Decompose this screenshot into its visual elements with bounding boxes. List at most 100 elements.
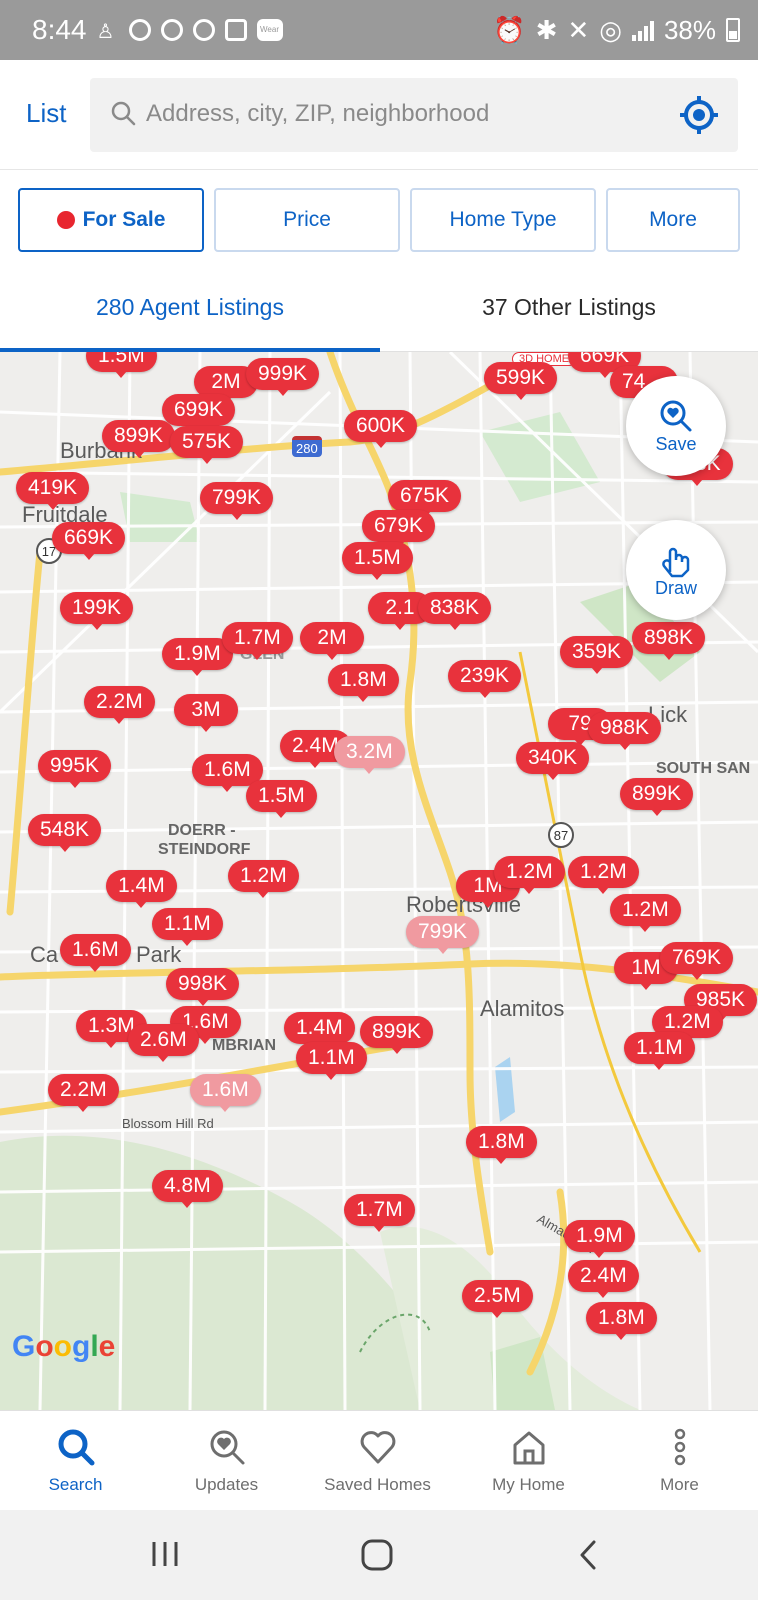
google-letter: e	[98, 1330, 116, 1363]
listing-pin[interactable]: 340K	[516, 742, 590, 780]
listing-pin-viewed[interactable]: 799K	[406, 916, 480, 954]
listing-pin[interactable]: 899K	[620, 778, 694, 816]
bluetooth-icon: ✱	[535, 14, 558, 45]
listing-pin[interactable]: 838K	[418, 592, 492, 630]
current-location-icon[interactable]	[678, 94, 720, 136]
listing-pin[interactable]: 999K	[246, 358, 320, 396]
filter-price-label: Price	[283, 208, 331, 231]
back-icon[interactable]	[576, 1538, 600, 1572]
listing-pin[interactable]: 2.2M	[84, 686, 155, 724]
listing-pin-viewed[interactable]: 3.2M	[334, 736, 405, 774]
listing-pin[interactable]: 4.8M	[152, 1170, 223, 1208]
listing-pin[interactable]: 1.9M	[564, 1220, 635, 1258]
system-navigation-bar	[0, 1510, 758, 1600]
listing-pin[interactable]: 1.4M	[106, 870, 177, 908]
listing-pin[interactable]: 1.8M	[586, 1302, 657, 1340]
tab-other-listings[interactable]: 37 Other Listings	[380, 294, 758, 321]
search-icon	[111, 101, 136, 126]
listing-pin[interactable]: 1.2M	[228, 860, 299, 898]
save-search-icon	[660, 400, 692, 431]
listing-pin[interactable]: 239K	[448, 660, 522, 698]
listing-pin[interactable]: 1.6M	[60, 934, 131, 972]
map-label-south-san: SOUTH SAN	[656, 760, 751, 777]
map-label-blossom-hill: Blossom Hill Rd	[122, 1116, 214, 1131]
listing-pin[interactable]: 1.1M	[296, 1042, 367, 1080]
save-search-button[interactable]: Save	[626, 376, 726, 476]
search-placeholder: Address, city, ZIP, neighborhood	[146, 100, 490, 127]
filter-more-label: More	[649, 208, 697, 231]
listing-pin[interactable]: 769K	[660, 942, 734, 980]
person-icon: ♙	[96, 21, 115, 43]
listing-pin[interactable]: 2.5M	[462, 1280, 533, 1318]
listing-pin[interactable]: 1.7M	[222, 622, 293, 660]
filter-for-sale-button[interactable]: For Sale	[18, 188, 204, 252]
listing-pin[interactable]: 1.2M	[568, 856, 639, 894]
list-view-link[interactable]: List	[26, 98, 66, 129]
listing-pin[interactable]: 1.7M	[344, 1194, 415, 1232]
tab-agent-listings[interactable]: 280 Agent Listings	[0, 294, 380, 321]
filter-more-button[interactable]: More	[606, 188, 740, 252]
listing-pin-viewed[interactable]: 1.6M	[190, 1074, 261, 1112]
save-search-label: Save	[655, 433, 697, 454]
listing-pin[interactable]: 1.5M	[342, 542, 413, 580]
listing-pin[interactable]: 2.6M	[128, 1024, 199, 1062]
listing-pin[interactable]: 2.4M	[568, 1260, 639, 1298]
filter-price-button[interactable]: Price	[214, 188, 400, 252]
listing-pin[interactable]: 995K	[38, 750, 112, 788]
listing-tabs: 280 Agent Listings 37 Other Listings	[0, 270, 758, 352]
google-letter: l	[90, 1330, 99, 1363]
listing-pin[interactable]: 1.8M	[466, 1126, 537, 1164]
for-sale-dot-icon	[56, 211, 75, 229]
nav-my-home[interactable]: My Home	[453, 1411, 604, 1511]
listing-pin[interactable]: 899K	[102, 420, 176, 458]
search-input[interactable]: Address, city, ZIP, neighborhood	[90, 78, 738, 152]
map-label-steindorf: STEINDORF	[158, 841, 251, 858]
alarm-icon: ⏰	[493, 14, 526, 45]
draw-button[interactable]: Draw	[626, 520, 726, 620]
listing-pin[interactable]: 1.4M	[284, 1012, 355, 1050]
bottom-navigation: Search Updates Saved Homes My Home More	[0, 1410, 758, 1510]
map-view[interactable]: Burbank Fruitdale DOERR - STEINDORF Robe…	[0, 352, 758, 1410]
listing-pin[interactable]: 1.5M	[246, 780, 317, 818]
listing-pin[interactable]: 3M	[174, 694, 238, 732]
listing-pin[interactable]: 1.2M	[610, 894, 681, 932]
listing-pin[interactable]: 1.8M	[328, 664, 399, 702]
listing-pin[interactable]: 898K	[632, 622, 706, 660]
listing-pin[interactable]: 699K	[162, 394, 236, 432]
nav-search[interactable]: Search	[0, 1411, 151, 1511]
map-label-mbrian: MBRIAN	[212, 1037, 276, 1054]
listing-pin[interactable]: 1.2M	[494, 856, 565, 894]
listing-pin[interactable]: 799K	[200, 482, 274, 520]
nav-saved-homes[interactable]: Saved Homes	[302, 1411, 453, 1511]
status-system-icons: ⏰ ✱ ✕ ◎ 38%	[493, 15, 740, 46]
listing-pin[interactable]: 2.2M	[48, 1074, 119, 1112]
recent-apps-icon[interactable]	[150, 1538, 180, 1570]
shield-icon	[192, 19, 215, 41]
updates-icon	[210, 1430, 244, 1465]
home-button-icon[interactable]	[360, 1538, 394, 1572]
nav-more[interactable]: More	[604, 1411, 755, 1511]
nav-updates[interactable]: Updates	[151, 1411, 302, 1511]
listing-pin[interactable]: 199K	[60, 592, 134, 630]
listing-pin[interactable]: 2M	[300, 622, 364, 660]
listing-pin[interactable]: 575K	[170, 426, 244, 464]
listing-pin[interactable]: 359K	[560, 636, 634, 674]
listing-pin[interactable]: 1.1M	[152, 908, 223, 946]
listing-pin[interactable]: 1.6M	[192, 754, 263, 792]
listing-pin[interactable]: 675K	[388, 480, 462, 518]
listing-pin[interactable]: 419K	[16, 472, 90, 510]
listing-pin[interactable]: 679K	[362, 510, 436, 548]
wear-icon: Wear	[256, 19, 283, 41]
listing-pin[interactable]: 1.5M	[86, 352, 157, 378]
listing-pin[interactable]: 669K	[52, 522, 126, 560]
listing-pin[interactable]: 1.1M	[624, 1032, 695, 1070]
listing-pin[interactable]: 899K	[360, 1016, 434, 1054]
listing-pin[interactable]: 548K	[28, 814, 102, 852]
home-icon	[513, 1431, 544, 1465]
listing-pin[interactable]: 998K	[166, 968, 240, 1006]
battery-percent: 38%	[663, 14, 716, 45]
listing-pin[interactable]: 988K	[588, 712, 662, 750]
listing-pin[interactable]: 600K	[344, 410, 418, 448]
listing-pin[interactable]: 599K	[484, 362, 558, 400]
filter-home-type-button[interactable]: Home Type	[410, 188, 596, 252]
